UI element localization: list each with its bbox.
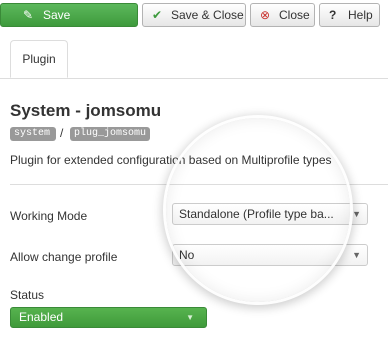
working-mode-value: Standalone (Profile type ba...	[179, 207, 334, 221]
save-button[interactable]: ✎ Save	[0, 3, 138, 27]
help-button[interactable]: ? Help	[319, 3, 380, 27]
tab-bar: Plugin	[0, 40, 388, 79]
divider	[10, 184, 388, 185]
check-icon: ✔	[152, 8, 163, 22]
element-badge: plug_jomsomu	[70, 127, 150, 141]
working-mode-select[interactable]: Standalone (Profile type ba... ▼	[172, 203, 368, 225]
close-label: Close	[279, 8, 310, 22]
save-close-label: Save & Close	[171, 8, 244, 22]
allow-change-profile-select[interactable]: No ▼	[172, 244, 368, 266]
chevron-down-icon: ▼	[186, 313, 194, 322]
close-circle-icon: ⊗	[260, 8, 271, 22]
save-close-button[interactable]: ✔ Save & Close	[142, 3, 246, 27]
help-icon: ?	[329, 8, 337, 22]
edit-icon: ✎	[23, 8, 34, 22]
plugin-description: Plugin for extended configuration based …	[10, 153, 332, 167]
status-value: Enabled	[19, 310, 64, 324]
allow-change-profile-label: Allow change profile	[10, 250, 118, 264]
tab-plugin[interactable]: Plugin	[10, 40, 68, 78]
chevron-down-icon: ▼	[352, 209, 361, 219]
page-title: System - jomsomu	[10, 101, 162, 120]
working-mode-label: Working Mode	[10, 209, 88, 223]
save-label: Save	[43, 8, 71, 22]
status-label: Status	[10, 288, 45, 302]
help-label: Help	[348, 8, 373, 22]
allow-change-profile-value: No	[179, 248, 195, 262]
status-select[interactable]: Enabled ▼	[10, 307, 207, 328]
toolbar: ✎ Save ✔ Save & Close ⊗ Close ? Help	[0, 0, 388, 32]
folder-badge: system	[10, 127, 56, 141]
chevron-down-icon: ▼	[352, 250, 361, 260]
close-button[interactable]: ⊗ Close	[250, 3, 315, 27]
path-separator: /	[60, 126, 64, 140]
